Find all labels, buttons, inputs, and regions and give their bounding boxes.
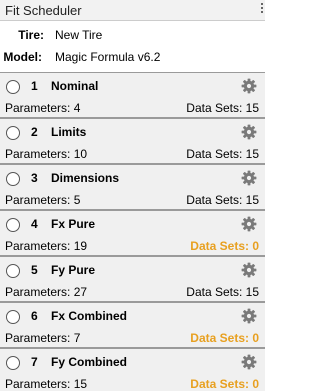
step-number: 2 bbox=[31, 125, 38, 139]
step-datasets: Data Sets: 15 bbox=[186, 101, 259, 115]
step-parameters: Parameters: 4 bbox=[5, 101, 81, 115]
step-number: 3 bbox=[31, 171, 38, 185]
step-datasets: Data Sets: 15 bbox=[186, 147, 259, 161]
step-name: Fx Pure bbox=[51, 217, 96, 231]
step-name: Fy Pure bbox=[51, 263, 96, 277]
panel-title: Fit Scheduler bbox=[5, 3, 82, 18]
fit-step-card[interactable]: 1 Nominal Parameters: 4 Data Sets: 15 bbox=[0, 72, 265, 118]
gear-icon[interactable] bbox=[241, 216, 257, 232]
step-number: 4 bbox=[31, 217, 38, 231]
step-number: 7 bbox=[31, 355, 38, 369]
step-radio-button[interactable] bbox=[6, 126, 20, 140]
fit-step-card[interactable]: 2 Limits Parameters: 10 Data Sets: 15 bbox=[0, 118, 265, 164]
step-datasets: Data Sets: 0 bbox=[190, 331, 259, 345]
step-parameters: Parameters: 5 bbox=[5, 193, 81, 207]
step-name: Fx Combined bbox=[51, 309, 128, 323]
tire-label: Tire: bbox=[18, 28, 44, 42]
step-datasets: Data Sets: 0 bbox=[190, 239, 259, 253]
fit-step-card[interactable]: 6 Fx Combined Parameters: 7 Data Sets: 0 bbox=[0, 302, 265, 348]
step-datasets: Data Sets: 15 bbox=[186, 285, 259, 299]
step-radio-button[interactable] bbox=[6, 310, 20, 324]
step-parameters: Parameters: 15 bbox=[5, 377, 88, 391]
step-number: 6 bbox=[31, 309, 38, 323]
tire-info: Tire: New Tire Model: Magic Formula v6.2 bbox=[0, 21, 265, 69]
gear-icon[interactable] bbox=[241, 124, 257, 140]
step-radio-button[interactable] bbox=[6, 218, 20, 232]
step-radio-button[interactable] bbox=[6, 80, 20, 94]
step-datasets: Data Sets: 0 bbox=[190, 377, 259, 391]
fit-step-card[interactable]: 4 Fx Pure Parameters: 19 Data Sets: 0 bbox=[0, 210, 265, 256]
gear-icon[interactable] bbox=[241, 170, 257, 186]
step-radio-button[interactable] bbox=[6, 356, 20, 370]
step-parameters: Parameters: 27 bbox=[5, 285, 88, 299]
step-name: Dimensions bbox=[51, 171, 120, 185]
step-name: Fy Combined bbox=[51, 355, 128, 369]
step-name: Limits bbox=[51, 125, 87, 139]
fit-step-card[interactable]: 7 Fy Combined Parameters: 15 Data Sets: 0 bbox=[0, 348, 265, 391]
kebab-menu-icon[interactable] bbox=[260, 2, 264, 16]
step-number: 1 bbox=[31, 79, 38, 93]
gear-icon[interactable] bbox=[241, 308, 257, 324]
step-parameters: Parameters: 7 bbox=[5, 331, 81, 345]
tire-value: New Tire bbox=[55, 28, 103, 42]
fit-step-card[interactable]: 5 Fy Pure Parameters: 27 Data Sets: 15 bbox=[0, 256, 265, 302]
fit-scheduler-panel: Fit Scheduler Tire: New Tire Model: Magi… bbox=[0, 0, 265, 391]
gear-icon[interactable] bbox=[241, 262, 257, 278]
model-label: Model: bbox=[3, 50, 42, 64]
fit-step-card[interactable]: 3 Dimensions Parameters: 5 Data Sets: 15 bbox=[0, 164, 265, 210]
step-number: 5 bbox=[31, 263, 38, 277]
step-name: Nominal bbox=[51, 79, 99, 93]
step-parameters: Parameters: 10 bbox=[5, 147, 88, 161]
step-radio-button[interactable] bbox=[6, 172, 20, 186]
model-value: Magic Formula v6.2 bbox=[55, 50, 161, 64]
gear-icon[interactable] bbox=[241, 78, 257, 94]
gear-icon[interactable] bbox=[241, 354, 257, 370]
step-parameters: Parameters: 19 bbox=[5, 239, 88, 253]
step-datasets: Data Sets: 15 bbox=[186, 193, 259, 207]
title-bar: Fit Scheduler bbox=[0, 0, 265, 21]
step-radio-button[interactable] bbox=[6, 264, 20, 278]
